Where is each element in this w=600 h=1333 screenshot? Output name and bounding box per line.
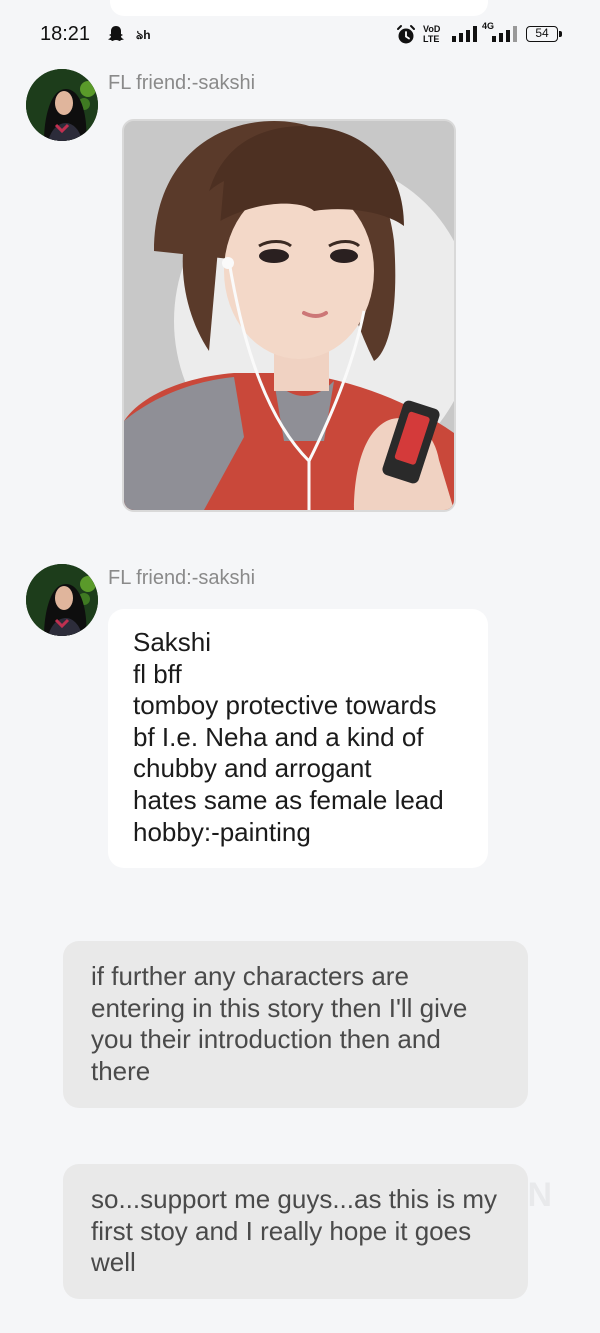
volte-line-2: LTE	[423, 34, 440, 44]
status-bar: 18:21 ঌh VoD LTE 4G 54	[0, 14, 600, 56]
author-note-bubble[interactable]: if further any characters are entering i…	[63, 941, 528, 1108]
message-line: fl bff	[133, 658, 182, 689]
sender-avatar[interactable]	[26, 69, 98, 141]
sender-name-2: FL friend:-sakshi	[108, 567, 256, 589]
volte-indicator: VoD LTE	[423, 24, 440, 44]
status-time: 18:21	[40, 23, 91, 45]
message-bubble[interactable]: Sakshi fl bff tomboy protective towards …	[108, 609, 488, 868]
message-line: Sakshi	[133, 627, 212, 657]
sender-name: FL friend:-sakshi	[108, 72, 256, 94]
message-line: tomboy protective towards	[133, 690, 437, 721]
message-line: bf I.e. Neha and a kind of	[133, 721, 424, 752]
author-note-text: if further any characters are entering i…	[91, 961, 468, 1086]
author-note-text-2: so...support me guys...as this is my fir…	[91, 1184, 498, 1278]
shared-image[interactable]	[122, 119, 456, 512]
volte-line-1: VoD	[423, 24, 441, 34]
author-note-bubble-2[interactable]: so...support me guys...as this is my fir…	[63, 1164, 528, 1299]
girl-illustration	[124, 121, 454, 510]
signal-icon	[452, 26, 478, 47]
message-line: hobby:-painting	[133, 816, 311, 847]
signal-icon-2	[492, 26, 518, 47]
notification-glyph: ঌh	[136, 28, 151, 42]
message-line: hates same as female lead	[133, 784, 444, 815]
snapchat-icon	[106, 24, 126, 44]
message-line: chubby and arrogant	[133, 753, 372, 784]
sender-avatar-2[interactable]	[26, 564, 98, 636]
alarm-icon	[395, 24, 417, 46]
battery-icon: 54	[526, 26, 562, 42]
